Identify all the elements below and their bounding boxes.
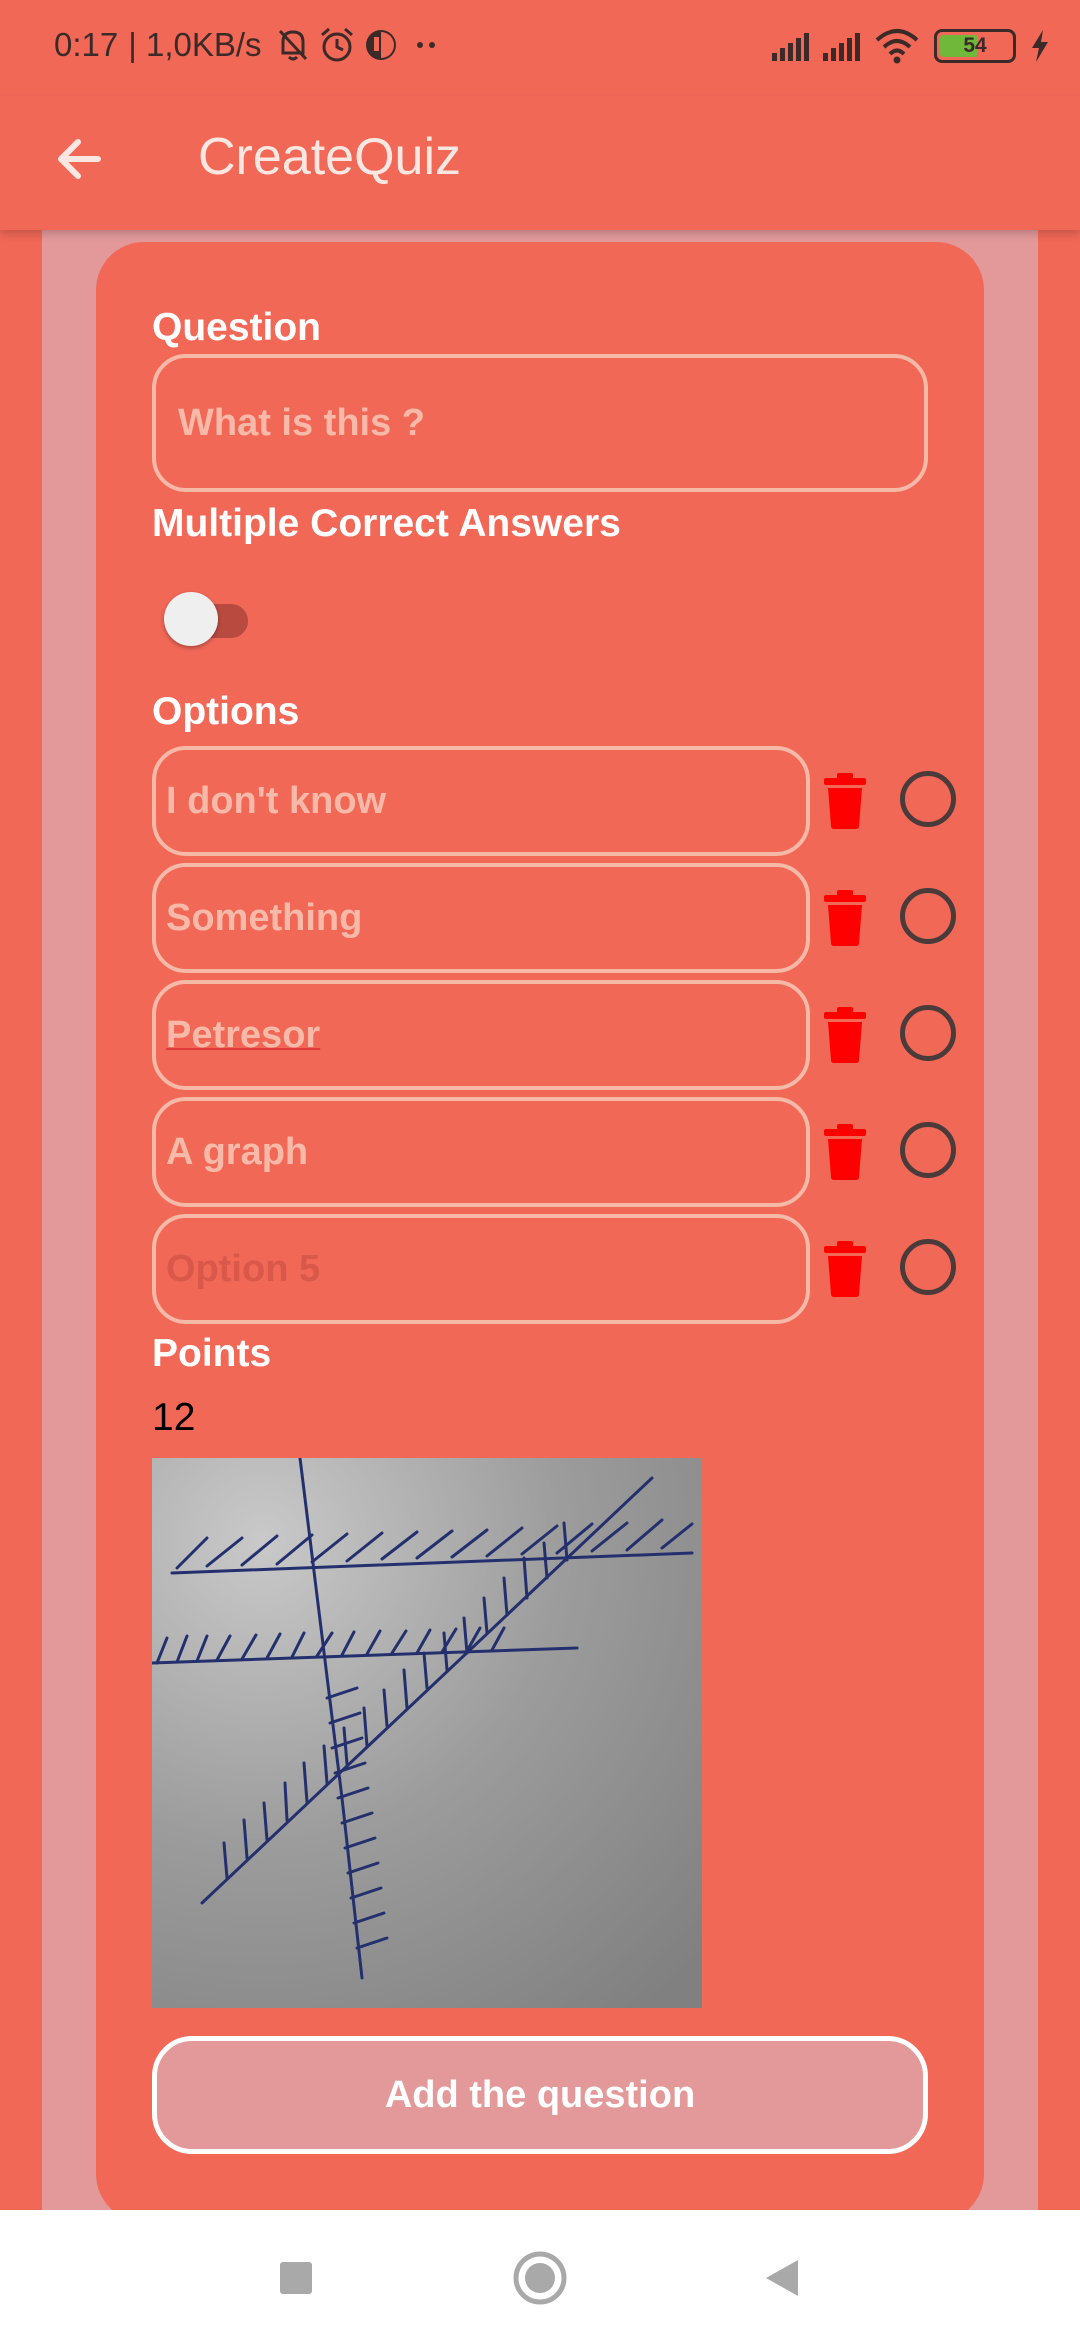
home-circle-icon: [513, 2251, 567, 2305]
correct-answer-radio-2[interactable]: [900, 888, 956, 944]
more-dots-icon: [416, 42, 435, 48]
question-field: [152, 354, 928, 492]
back-button[interactable]: [46, 126, 112, 192]
recents-button[interactable]: [266, 2248, 326, 2308]
option-field-5: [152, 1214, 810, 1324]
options-label: Options: [152, 690, 300, 733]
alarm-icon: [320, 27, 353, 62]
correct-answer-radio-3[interactable]: [900, 1005, 956, 1061]
back-nav-button[interactable]: [752, 2248, 812, 2308]
status-icons: [276, 26, 446, 64]
option-input-2[interactable]: [156, 896, 806, 940]
question-label: Question: [152, 306, 322, 349]
signal-icon: [823, 31, 860, 61]
status-right: 54: [772, 28, 1050, 64]
add-question-button[interactable]: Add the question: [152, 2036, 928, 2154]
muted-bell-icon: [278, 29, 307, 61]
correct-answer-radio-4[interactable]: [900, 1122, 956, 1178]
question-image[interactable]: [152, 1458, 702, 2008]
network-speed: | 1,0KB/s: [128, 26, 262, 63]
trash-icon[interactable]: [822, 773, 868, 829]
status-left: 0:17 | 1,0KB/s: [54, 26, 446, 64]
option-field-1: [152, 746, 810, 856]
multiple-answers-toggle[interactable]: [160, 590, 256, 646]
trash-icon[interactable]: [822, 1124, 868, 1180]
signal-icon: [772, 31, 809, 61]
trash-icon[interactable]: [822, 1241, 868, 1297]
charging-icon: [1032, 30, 1048, 62]
correct-answer-radio-5[interactable]: [900, 1239, 956, 1295]
option-field-2: [152, 863, 810, 973]
arrow-left-icon: [58, 139, 101, 179]
option-input-5[interactable]: [156, 1247, 806, 1291]
option-input-4[interactable]: [156, 1130, 806, 1174]
correct-answer-radio-1[interactable]: [900, 771, 956, 827]
navigation-bar: [0, 2210, 1080, 2340]
points-value[interactable]: 12: [152, 1396, 195, 1440]
points-label: Points: [152, 1332, 272, 1375]
page-title: CreateQuiz: [198, 128, 461, 186]
option-input-3[interactable]: [156, 1013, 806, 1057]
app-bar: CreateQuiz: [0, 96, 1080, 230]
option-field-3: [152, 980, 810, 1090]
app-notification-icon: [365, 30, 396, 60]
question-input[interactable]: [156, 401, 924, 445]
battery-level: 54: [963, 34, 987, 57]
status-time: 0:17: [54, 26, 119, 63]
battery-icon: 54: [934, 29, 1016, 63]
toggle-thumb: [164, 592, 218, 646]
trash-icon[interactable]: [822, 890, 868, 946]
trash-icon[interactable]: [822, 1007, 868, 1063]
home-button[interactable]: [510, 2248, 570, 2308]
recents-square-icon: [280, 2262, 312, 2294]
multiple-answers-label: Multiple Correct Answers: [152, 502, 621, 545]
status-bar: 0:17 | 1,0KB/s 54: [0, 0, 1080, 96]
wifi-icon: [875, 29, 919, 64]
back-triangle-icon: [766, 2260, 798, 2296]
option-input-1[interactable]: [156, 779, 806, 823]
option-field-4: [152, 1097, 810, 1207]
